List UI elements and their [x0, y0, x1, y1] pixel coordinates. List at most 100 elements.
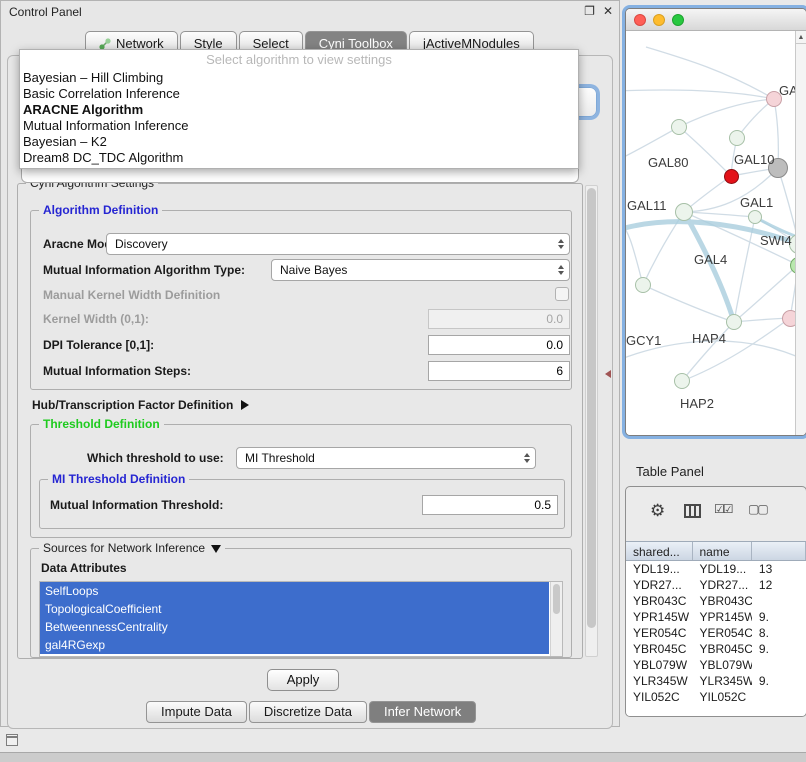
column-header[interactable]: name: [693, 542, 752, 560]
network-node[interactable]: [729, 130, 745, 146]
popup-item-selected[interactable]: ARACNE Algorithm: [20, 102, 578, 118]
table-panel-window: ⚙ ☑☑ ▢▢ shared... name YDL19... YDL19...…: [625, 486, 806, 717]
mi-type-select[interactable]: Naive Bayes: [271, 259, 570, 281]
network-scrollbar[interactable]: ▲: [795, 31, 806, 435]
combo-arrows-icon: [524, 448, 530, 468]
network-node[interactable]: [674, 373, 690, 389]
control-panel-titlebar[interactable]: Control Panel ❐ ✕: [1, 1, 619, 23]
mi-threshold-definition-group: MI Threshold Definition Mutual Informati…: [39, 479, 565, 529]
list-scrollbar[interactable]: [550, 582, 562, 656]
kernel-width-label: Kernel Width (0,1):: [43, 312, 149, 326]
table-cell: YLR345W: [693, 673, 752, 689]
bottom-tabs: Impute Data Discretize Data Infer Networ…: [146, 701, 478, 724]
popup-item[interactable]: Mutual Information Inference: [20, 118, 578, 134]
table-row[interactable]: YER054C YER054C 8.: [626, 625, 806, 641]
node-table: shared... name YDL19... YDL19... 13 YDR2…: [626, 541, 806, 716]
manual-kernel-checkbox[interactable]: [555, 287, 569, 301]
table-cell: YIL052C: [693, 689, 752, 705]
node-label: GAL4: [694, 252, 727, 267]
table-row[interactable]: YBR045C YBR045C 9.: [626, 641, 806, 657]
list-item[interactable]: TopologicalCoefficient: [40, 600, 549, 618]
table-panel-title: Table Panel: [636, 464, 704, 479]
table-cell: YBL079W: [693, 657, 752, 673]
table-cell: YPR145W: [626, 609, 693, 625]
table-row[interactable]: YBL079W YBL079W: [626, 657, 806, 673]
network-node[interactable]: [635, 277, 651, 293]
apply-button[interactable]: Apply: [267, 669, 339, 691]
data-attributes-list: SelfLoops TopologicalCoefficient Between…: [39, 581, 563, 657]
popup-item[interactable]: Bayesian – Hill Climbing: [20, 70, 578, 86]
zoom-traffic-light[interactable]: [672, 14, 684, 26]
network-node[interactable]: [724, 169, 739, 184]
popup-placeholder: Select algorithm to view settings: [20, 50, 578, 70]
settings-scrollbar[interactable]: [585, 185, 598, 657]
gear-icon[interactable]: ⚙: [650, 501, 665, 521]
float-window-icon[interactable]: ❐: [584, 4, 595, 18]
list-item[interactable]: gal4RGexp: [40, 636, 549, 654]
window-title: Control Panel: [9, 5, 82, 19]
network-node[interactable]: [675, 203, 693, 221]
table-row[interactable]: YDR27... YDR27... 12: [626, 577, 806, 593]
popup-item[interactable]: Dream8 DC_TDC Algorithm: [20, 150, 578, 166]
hub-definition-toggle[interactable]: Hub/Transcription Factor Definition: [32, 398, 249, 412]
table-row[interactable]: YPR145W YPR145W 9.: [626, 609, 806, 625]
mi-type-label: Mutual Information Algorithm Type:: [43, 263, 245, 277]
which-threshold-select[interactable]: MI Threshold: [236, 447, 536, 469]
column-header[interactable]: [752, 542, 806, 560]
threshold-definition-group: Threshold Definition Which threshold to …: [30, 424, 572, 538]
which-threshold-value: MI Threshold: [245, 451, 315, 465]
minimize-traffic-light[interactable]: [653, 14, 665, 26]
table-cell: YBL079W: [626, 657, 693, 673]
aracne-mode-select[interactable]: Discovery: [106, 233, 570, 255]
mi-type-value: Naive Bayes: [280, 263, 347, 277]
table-cell: YDR27...: [693, 577, 752, 593]
list-item[interactable]: BetweennessCentrality: [40, 618, 549, 636]
node-label: GAL10: [734, 152, 774, 167]
scroll-up-icon[interactable]: ▲: [796, 31, 806, 44]
popup-item[interactable]: Basic Correlation Inference: [20, 86, 578, 102]
kernel-width-field[interactable]: 0.0: [428, 309, 570, 329]
combo-arrows-icon: [558, 234, 564, 254]
table-cell: 9.: [752, 641, 806, 657]
table-header-row: shared... name: [626, 541, 806, 561]
close-traffic-light[interactable]: [634, 14, 646, 26]
popup-item[interactable]: Bayesian – K2: [20, 134, 578, 150]
panel-collapse-arrow-icon[interactable]: [605, 370, 611, 378]
dpi-tolerance-field[interactable]: 0.0: [428, 335, 570, 355]
table-row[interactable]: YIL052C YIL052C: [626, 689, 806, 705]
table-cell: YER054C: [693, 625, 752, 641]
control-panel-window: Control Panel ❐ ✕ Network Style Select C…: [0, 0, 620, 727]
collapsed-arrow-icon: [241, 400, 249, 410]
table-row[interactable]: YBR043C YBR043C: [626, 593, 806, 609]
table-row[interactable]: YLR345W YLR345W 9.: [626, 673, 806, 689]
column-header[interactable]: shared...: [626, 542, 693, 560]
network-node[interactable]: [671, 119, 687, 135]
mi-steps-field[interactable]: 6: [428, 361, 570, 381]
group-title: MI Threshold Definition: [48, 472, 189, 486]
minimized-panel-icon[interactable]: [6, 734, 18, 746]
status-bar: [0, 752, 806, 762]
close-icon[interactable]: ✕: [603, 4, 613, 18]
table-row[interactable]: YDL19... YDL19... 13: [626, 561, 806, 577]
tab-discretize-data[interactable]: Discretize Data: [249, 701, 367, 723]
deselect-all-checkboxes-icon[interactable]: ▢▢: [748, 502, 767, 516]
select-all-checkboxes-icon[interactable]: ☑☑: [714, 502, 732, 516]
sources-group: Sources for Network Inference Data Attri…: [30, 548, 572, 658]
list-item[interactable]: SelfLoops: [40, 582, 549, 600]
network-canvas[interactable]: GAL GAL80 GAL10 GAL11 GAL1 SWI4 GAL4 GCY…: [626, 31, 806, 435]
table-cell: [752, 657, 806, 673]
table-cell: YBR045C: [626, 641, 693, 657]
table-cell: 9.: [752, 673, 806, 689]
sources-title: Sources for Network Inference: [43, 541, 205, 555]
mi-threshold-field[interactable]: 0.5: [422, 495, 558, 515]
network-node[interactable]: [726, 314, 742, 330]
sources-toggle[interactable]: Sources for Network Inference: [39, 541, 225, 555]
tab-infer-network[interactable]: Infer Network: [369, 701, 476, 723]
table-cell: YDL19...: [626, 561, 693, 577]
tab-impute-data[interactable]: Impute Data: [146, 701, 247, 723]
network-window-titlebar[interactable]: [626, 9, 806, 31]
table-cell: 9.: [752, 609, 806, 625]
mi-steps-label: Mutual Information Steps:: [43, 364, 191, 378]
network-node[interactable]: [748, 210, 762, 224]
columns-icon[interactable]: [684, 504, 701, 518]
